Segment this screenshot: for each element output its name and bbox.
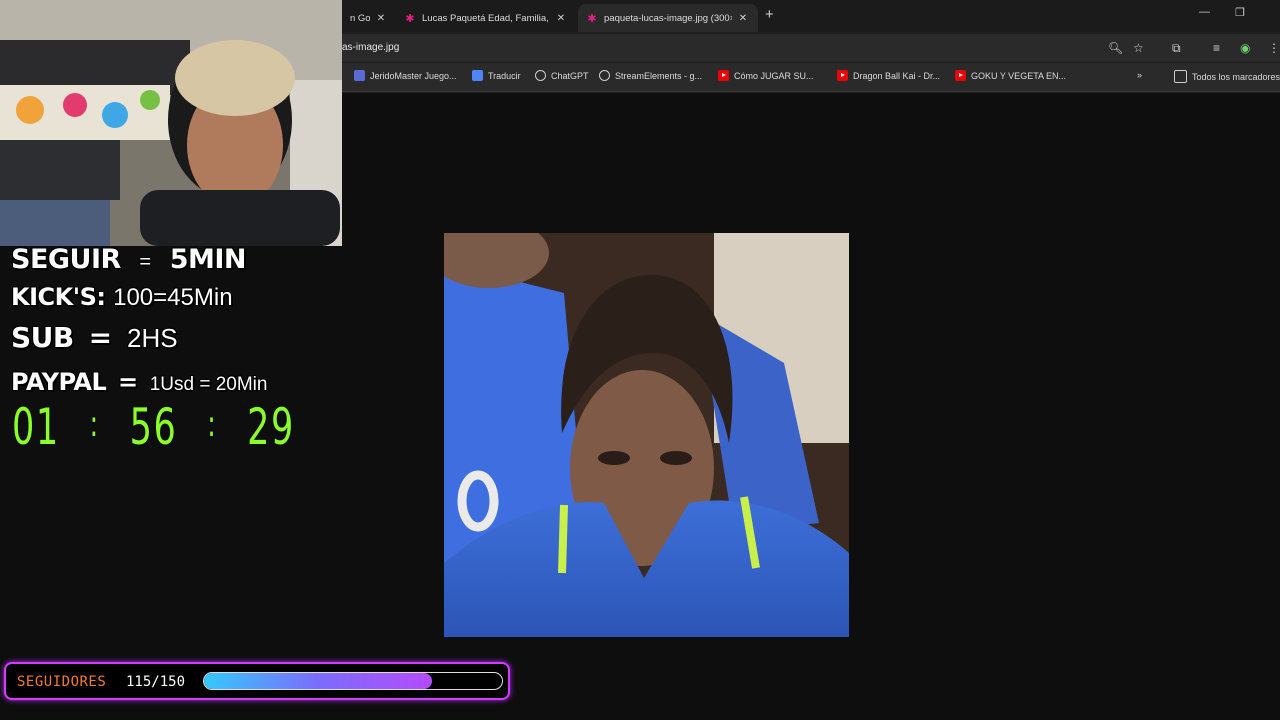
bookmark-label: JeridoMaster Juego... [370,70,457,81]
follower-goal-widget: SEGUIDORES 115/150 [4,662,510,700]
bookmark-item[interactable]: Traducir [472,70,521,81]
kicks-key: KICK'S: [11,283,106,311]
bookmarks-bar: JeridoMaster Juego... Traducir ChatGPT S… [342,63,1280,92]
streamelements-icon [599,70,610,81]
zoom-icon[interactable]: 🔍︎ [1108,41,1123,55]
follower-progress-fill [204,673,433,689]
bookmark-label: Traducir [488,70,521,81]
extensions-icon[interactable]: ⧉ [1172,41,1181,56]
close-tab-icon[interactable]: ✕ [736,13,750,24]
bookmark-label: StreamElements - g... [615,70,703,81]
kicks-rule: KICK'S: 100=45Min [11,283,233,312]
follower-goal-count: 115/150 [126,674,186,690]
profile-icon[interactable]: ◉ [1240,41,1250,55]
image-favicon-icon: ✱ [587,12,597,25]
tab-title: Lucas Paquetá Edad, Familia, Bio [422,12,550,24]
browser-window: n Goo ✕ ✱ Lucas Paquetá Edad, Familia, B… [342,0,1280,93]
menu-kebab-icon[interactable]: ⋮ [1268,41,1280,55]
webcam-image [0,0,342,246]
sub-value: 2HS [127,323,178,353]
timer-hours: 01 [12,398,60,456]
bookmark-label: ChatGPT [551,70,589,81]
timer-separator: : [207,404,218,445]
web-icon [354,70,365,81]
paypal-key: PAYPAL [11,368,107,396]
bookmark-item[interactable]: Cómo JUGAR SU... [718,70,814,81]
viewed-image[interactable] [444,233,849,637]
equals-sign: = [139,251,152,273]
close-tab-icon[interactable]: ✕ [374,13,388,24]
bookmark-item[interactable]: Dragon Ball Kai - Dr... [837,70,940,81]
tab-paqueta-image[interactable]: ✱ paqueta-lucas-image.jpg (300× ✕ [578,4,758,32]
timer-seconds: 29 [247,398,295,456]
equals-sign: = [117,368,139,396]
webcam-feed [0,0,342,246]
translate-icon [472,70,483,81]
address-bar[interactable]: as-image.jpg 🔍︎ ☆ ⧉ ≡ ◉ ⋮ [342,34,1280,62]
bookmark-item[interactable]: JeridoMaster Juego... [354,70,457,81]
new-tab-icon[interactable]: + [765,6,774,23]
follower-goal-label: SEGUIDORES [17,674,107,690]
bookmark-label: GOKU Y VEGETA EN... [971,70,1067,81]
restore-icon[interactable]: ❐ [1235,6,1245,19]
star-icon[interactable]: ☆ [1133,41,1144,55]
media-control-icon[interactable]: ≡ [1213,41,1220,55]
countdown-timer: 01 : 56 : 29 [12,398,295,456]
minimize-icon[interactable]: — [1199,6,1210,18]
url-text[interactable]: as-image.jpg [342,42,399,53]
tab-google[interactable]: n Goo ✕ [342,4,396,32]
bookmark-item[interactable]: GOKU Y VEGETA EN... [955,70,1066,81]
timer-minutes: 56 [129,398,178,456]
chatgpt-icon [535,70,546,81]
youtube-icon [955,70,966,81]
tab-lucas-paqueta[interactable]: ✱ Lucas Paquetá Edad, Familia, Bio ✕ [396,4,576,32]
seguir-value: 5MIN [169,244,247,275]
folder-icon [1174,70,1187,83]
all-bookmarks-folder[interactable]: Todos los marcadores [1174,70,1280,83]
equals-sign: = [88,321,113,354]
bookmark-label: Dragon Ball Kai - Dr... [853,70,941,81]
paypal-rule: PAYPAL = 1Usd = 20Min [11,368,267,396]
bookmark-label: Todos los marcadores [1192,71,1280,82]
kicks-value: 100=45Min [113,284,233,311]
bookmark-item[interactable]: StreamElements - g... [599,70,702,81]
sub-rule: SUB = 2HS [11,321,178,354]
youtube-icon [718,70,729,81]
close-tab-icon[interactable]: ✕ [554,13,568,24]
seguir-rule: SEGUIR = 5MIN [11,244,247,275]
bookmark-label: Cómo JUGAR SU... [734,70,814,81]
tab-title: paqueta-lucas-image.jpg (300× [604,12,732,24]
follower-progress-track [203,672,503,690]
player-photo [444,233,849,637]
bookmark-item[interactable]: ChatGPT [535,70,589,81]
timer-separator: : [89,404,100,445]
youtube-icon [837,70,848,81]
paypal-value: 1Usd = 20Min [149,374,268,395]
sub-key: SUB [11,321,74,354]
more-bookmarks-chevron-icon[interactable]: » [1137,70,1142,80]
seguir-key: SEGUIR [11,244,121,275]
tab-title: n Goo [350,12,370,24]
tab-strip: n Goo ✕ ✱ Lucas Paquetá Edad, Familia, B… [342,0,1280,32]
site-favicon-icon: ✱ [405,12,415,25]
